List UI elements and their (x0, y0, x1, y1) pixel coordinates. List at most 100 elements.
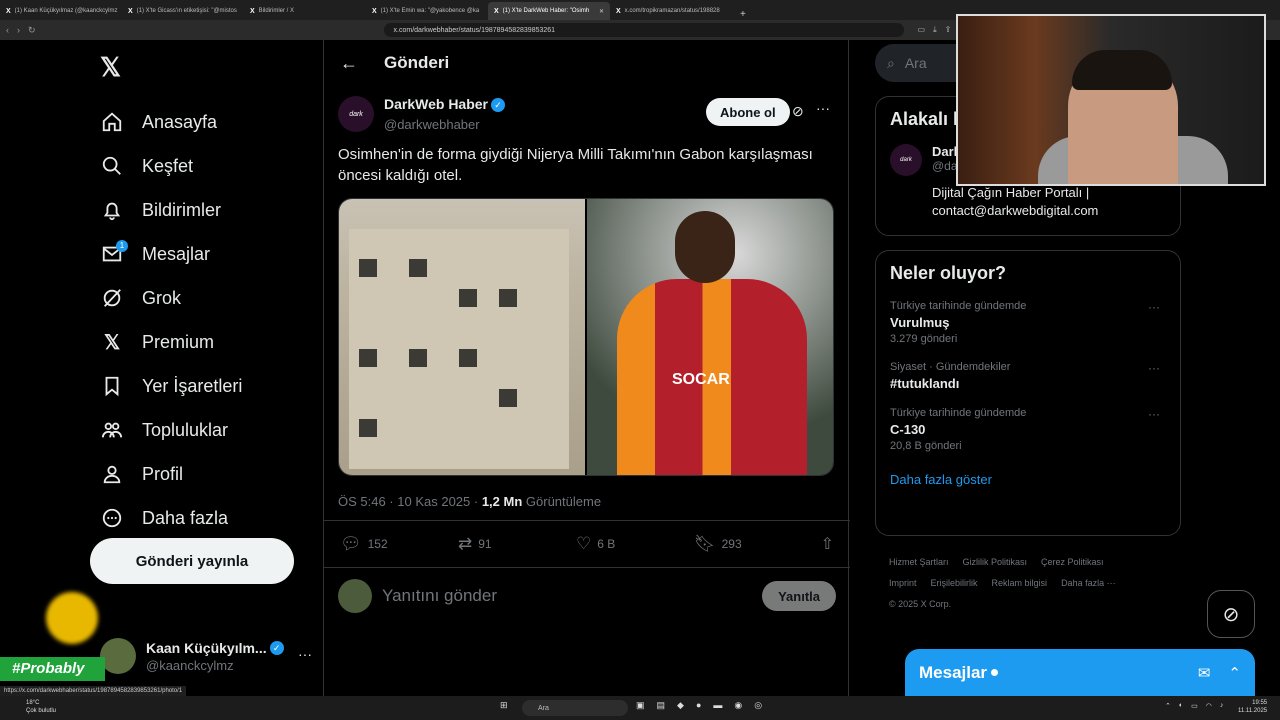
app-icon[interactable]: ● (696, 700, 701, 711)
grok-fab-icon[interactable]: ⊘ (1207, 590, 1255, 638)
x-logo-icon: X (250, 7, 255, 15)
sidebar-item-home[interactable]: Anasayfa (100, 100, 242, 144)
browser-icon[interactable]: ◆ (677, 700, 684, 711)
more-dots-icon[interactable]: ··· (816, 100, 830, 116)
show-more-link[interactable]: Daha fazla göster (890, 472, 1166, 487)
new-tab-button[interactable]: + (732, 9, 754, 20)
window-shape (359, 259, 377, 277)
forward-nav-icon[interactable]: › (17, 25, 20, 35)
footer-link[interactable]: Reklam bilgisi (992, 578, 1048, 588)
weather-widget[interactable]: 18°C Çok bulutlu (26, 699, 56, 715)
back-nav-icon[interactable]: ‹ (6, 25, 9, 35)
tray-icon[interactable]: ▭ (1191, 702, 1198, 710)
taskbar: 18°C Çok bulutlu ⊞ Ara ▣ ▤ ◆ ● ▬ ◉ ◎ ⌃ ◐ ▭ ◠ ♪ 19:5… (0, 696, 1280, 720)
primary-nav: Anasayfa Keşfet Bildirimler 1 Mesajlar Gr… (100, 100, 242, 540)
tray-icon[interactable]: ◐ (1179, 702, 1183, 710)
volume-icon[interactable]: ♪ (1220, 702, 1224, 710)
tab-label: (1) X'te Emin wa: "@yakobence @ka (380, 8, 480, 14)
app-icon[interactable]: ◎ (754, 700, 762, 711)
post-timestamp[interactable]: ÖS 5:46 · 10 Kas 2025 · (338, 494, 482, 509)
post-button[interactable]: Gönderi yayınla (90, 538, 294, 584)
reply-input[interactable]: Yanıtını gönder (382, 586, 497, 606)
player-photo[interactable]: SOCAR (587, 199, 833, 475)
url-field[interactable]: x.com/darkwebhaber/status/19878945828398… (383, 23, 904, 37)
subscribe-button[interactable]: Abone ol (706, 98, 790, 126)
like-button[interactable]: ♡ 6 B (576, 534, 694, 554)
sidebar-item-explore[interactable]: Keşfet (100, 144, 242, 188)
stream-overlay-tag: #Probably (0, 657, 105, 681)
taskbar-search[interactable]: Ara (522, 700, 628, 716)
trend-item[interactable]: Siyaset · Gündemdekiler #tutuklandı ··· (890, 361, 1166, 391)
tab-switch-icon[interactable]: ▭ (918, 25, 926, 35)
people-icon (100, 418, 124, 442)
browser-tab[interactable]: X Bildirimler / X (244, 2, 366, 20)
sidebar-item-messages[interactable]: 1 Mesajlar (100, 232, 242, 276)
browser-tab[interactable]: X (1) Kaan Küçükyılmaz (@kaanckcylmz (0, 2, 122, 20)
author-handle[interactable]: @darkwebhaber (384, 117, 505, 132)
more-dots-icon[interactable]: ··· (1148, 361, 1160, 375)
footer-link[interactable]: Daha fazla ··· (1061, 578, 1116, 588)
reload-icon[interactable]: ↻ (28, 25, 36, 36)
footer-link[interactable]: Erişilebilirlik (931, 578, 978, 588)
reply-button[interactable]: 💬︎ 152 (340, 534, 458, 554)
repost-button[interactable]: ⇄ 91 (458, 534, 576, 554)
more-dots-icon[interactable]: ··· (1148, 300, 1160, 314)
footer-link[interactable]: Gizlilik Politikası (963, 557, 1028, 567)
views-count: 1,2 Mn (481, 494, 523, 509)
person-shape (1072, 50, 1172, 90)
sidebar-item-communities[interactable]: Topluluklar (100, 408, 242, 452)
close-tab-icon[interactable]: ✕ (599, 8, 604, 15)
more-dots-icon[interactable]: ··· (1148, 407, 1160, 421)
download-icon[interactable]: ⤓ (933, 25, 937, 35)
sidebar-item-profile[interactable]: Profil (100, 452, 242, 496)
wifi-icon[interactable]: ◠ (1206, 702, 1212, 710)
share-page-icon[interactable]: ⇪ (945, 25, 952, 35)
folder-icon[interactable]: ▤ (657, 700, 666, 711)
browser-tab[interactable]: Xx.com/tropikramazan/status/198828 (610, 2, 732, 20)
footer-links: Hizmet Şartları Gizlilik Politikası Çerez … (889, 552, 1179, 615)
home-icon (100, 110, 124, 134)
sidebar-item-grok[interactable]: Grok (100, 276, 242, 320)
browser-tab-active[interactable]: X (1) X'te DarkWeb Haber: "Osimh ✕ (488, 2, 610, 20)
chevron-up-icon[interactable]: ⌃ (1165, 702, 1171, 710)
expand-up-icon[interactable]: ⌃ (1228, 664, 1241, 682)
trend-item[interactable]: Türkiye tarihinde gündemde C-130 20,8 B … (890, 407, 1166, 452)
sidebar-item-premium[interactable]: 𝕏 Premium (100, 320, 242, 364)
bookmark-button[interactable]: 🔖︎ 293 (694, 534, 812, 554)
x-logo-icon[interactable]: 𝕏 (100, 52, 121, 83)
post-actions: 💬︎ 152 ⇄ 91 ♡ 6 B 🔖︎ 293 ⇧ (324, 520, 850, 568)
messages-drawer[interactable]: Mesajlar ✉ ⌃ (905, 649, 1255, 696)
author-avatar[interactable]: dark (338, 96, 374, 132)
back-arrow-icon[interactable]: ← (340, 53, 358, 74)
sidebar-item-label: Mesajlar (142, 243, 211, 264)
task-view-icon[interactable]: ▣ (636, 700, 645, 711)
window-shape (359, 349, 377, 367)
app-icon[interactable]: ▬ (713, 700, 722, 711)
post-media[interactable]: SOCAR (338, 198, 834, 476)
more-dots-icon[interactable]: ··· (298, 646, 312, 662)
author-name[interactable]: DarkWeb Haber (384, 96, 488, 112)
windows-start-icon[interactable]: ⊞ (500, 700, 508, 711)
sidebar-item-notifications[interactable]: Bildirimler (100, 188, 242, 232)
account-switcher[interactable]: Kaan Küçükyılm... ✓ @kaanckcylmz ··· (100, 638, 312, 674)
reply-submit-button[interactable]: Yanıtla (762, 581, 836, 611)
compose-message-icon[interactable]: ✉ (1198, 664, 1211, 682)
sidebar-item-more[interactable]: Daha fazla (100, 496, 242, 540)
footer-link[interactable]: Hizmet Şartları (889, 557, 949, 567)
weather-desc: Çok bulutlu (26, 708, 57, 714)
grok-icon[interactable]: ⊘ (792, 103, 804, 120)
trend-item[interactable]: Türkiye tarihinde gündemde Vurulmuş 3.27… (890, 300, 1166, 345)
browser-tab[interactable]: X (1) X'te Gicass'ın etiketişisi: "@misto… (122, 2, 244, 20)
footer-link[interactable]: Çerez Politikası (1041, 557, 1104, 567)
hotel-photo[interactable] (339, 199, 585, 475)
browser-tab[interactable]: X (1) X'te Emin wa: "@yakobence @ka (366, 2, 488, 20)
clock[interactable]: 19:55 11.11.2025 (1238, 699, 1267, 715)
unread-dot-icon (991, 669, 999, 676)
sidebar-item-bookmarks[interactable]: Yer İşaretleri (100, 364, 242, 408)
share-icon[interactable]: ⇧ (821, 534, 834, 554)
app-icon[interactable]: ◉ (734, 700, 742, 711)
sidebar: 𝕏 Anasayfa Keşfet Bildirimler 1 Mesajlar … (90, 40, 322, 696)
footer-link[interactable]: Imprint (889, 578, 917, 588)
user-icon (100, 462, 124, 486)
stream-overlay-blob (46, 592, 98, 644)
